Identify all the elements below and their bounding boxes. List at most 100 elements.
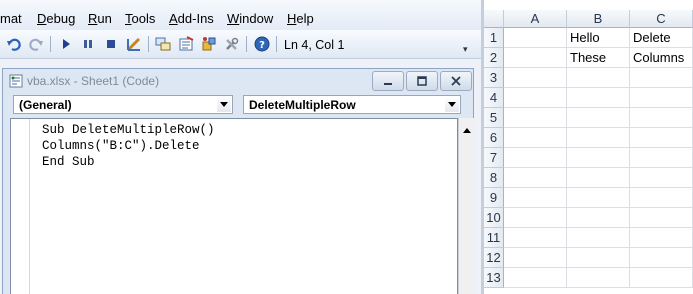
restore-button[interactable] bbox=[406, 71, 438, 91]
sheet-cell-b5[interactable] bbox=[567, 108, 630, 128]
code-line[interactable]: End Sub bbox=[42, 155, 95, 169]
row-header[interactable]: 11 bbox=[484, 228, 504, 248]
row-header[interactable]: 2 bbox=[484, 48, 504, 68]
sheet-cell-c7[interactable] bbox=[630, 148, 693, 168]
undo-icon[interactable] bbox=[6, 36, 22, 52]
select-all-corner[interactable] bbox=[484, 10, 504, 28]
sheet-cell-a11[interactable] bbox=[504, 228, 567, 248]
row-header[interactable]: 10 bbox=[484, 208, 504, 228]
sheet-cell-a9[interactable] bbox=[504, 188, 567, 208]
sheet-cell-a12[interactable] bbox=[504, 248, 567, 268]
column-header-a[interactable]: A bbox=[504, 10, 567, 28]
toolbar-separator bbox=[148, 36, 149, 52]
sheet-cell-c4[interactable] bbox=[630, 88, 693, 108]
menu-debug[interactable]: Debug bbox=[37, 11, 75, 26]
row-header[interactable]: 1 bbox=[484, 28, 504, 48]
sheet-cell-b7[interactable] bbox=[567, 148, 630, 168]
row-header[interactable]: 13 bbox=[484, 268, 504, 288]
sheet-cell-a7[interactable] bbox=[504, 148, 567, 168]
row-header[interactable]: 8 bbox=[484, 168, 504, 188]
code-margin-indicator-bar[interactable] bbox=[11, 119, 30, 294]
cursor-position-readout: Ln 4, Col 1 bbox=[284, 38, 345, 52]
sheet-cell-c9[interactable] bbox=[630, 188, 693, 208]
sheet-cell-b11[interactable] bbox=[567, 228, 630, 248]
sheet-cell-a10[interactable] bbox=[504, 208, 567, 228]
code-line[interactable]: Sub DeleteMultipleRow() bbox=[42, 123, 215, 137]
redo-icon[interactable] bbox=[28, 36, 44, 52]
object-combo[interactable]: (General) bbox=[13, 95, 233, 114]
row-header[interactable]: 9 bbox=[484, 188, 504, 208]
sheet-cell-b6[interactable] bbox=[567, 128, 630, 148]
close-button[interactable] bbox=[440, 71, 472, 91]
code-line[interactable]: Columns("B:C").Delete bbox=[42, 139, 200, 153]
column-header-b[interactable]: B bbox=[567, 10, 630, 28]
run-icon[interactable] bbox=[58, 36, 74, 52]
menu-bar: mat Debug Run Tools Add-Ins Window Help bbox=[0, 0, 481, 30]
sheet-cell-c11[interactable] bbox=[630, 228, 693, 248]
sheet-cell-b10[interactable] bbox=[567, 208, 630, 228]
chevron-down-icon[interactable] bbox=[217, 97, 231, 112]
help-icon[interactable]: ? bbox=[254, 36, 270, 52]
sheet-cell-b4[interactable] bbox=[567, 88, 630, 108]
svg-text:?: ? bbox=[259, 40, 265, 51]
row-header[interactable]: 5 bbox=[484, 108, 504, 128]
properties-window-icon[interactable] bbox=[178, 36, 194, 52]
object-browser-icon[interactable] bbox=[201, 36, 217, 52]
sheet-cell-c6[interactable] bbox=[630, 128, 693, 148]
sheet-cell-b9[interactable] bbox=[567, 188, 630, 208]
column-header-c[interactable]: C bbox=[630, 10, 693, 28]
sheet-cell-b8[interactable] bbox=[567, 168, 630, 188]
row-header[interactable]: 7 bbox=[484, 148, 504, 168]
sheet-cell-a5[interactable] bbox=[504, 108, 567, 128]
menu-window[interactable]: Window bbox=[227, 11, 273, 26]
vertical-scrollbar[interactable] bbox=[458, 118, 474, 294]
toolbox-icon[interactable] bbox=[224, 36, 240, 52]
sheet-cell-a2[interactable] bbox=[504, 48, 567, 68]
sheet-cell-c8[interactable] bbox=[630, 168, 693, 188]
sheet-cell-c12[interactable] bbox=[630, 248, 693, 268]
procedure-combo[interactable]: DeleteMultipleRow bbox=[243, 95, 461, 114]
spreadsheet-grid: A B C 1 Hello Delete 2 These Columns 3 4 5 6 7 8 9 10… bbox=[484, 0, 693, 294]
menu-format[interactable]: mat bbox=[0, 11, 22, 26]
chevron-down-icon[interactable] bbox=[445, 97, 459, 112]
sheet-cell-b1[interactable]: Hello bbox=[567, 28, 630, 48]
menu-tools[interactable]: Tools bbox=[125, 11, 155, 26]
sheet-cell-c10[interactable] bbox=[630, 208, 693, 228]
row-header[interactable]: 4 bbox=[484, 88, 504, 108]
code-editor[interactable]: Sub DeleteMultipleRow() Columns("B:C").D… bbox=[10, 118, 458, 294]
row-header[interactable]: 3 bbox=[484, 68, 504, 88]
design-mode-icon[interactable] bbox=[126, 36, 142, 52]
reset-icon[interactable] bbox=[103, 36, 119, 52]
menu-help[interactable]: Help bbox=[287, 11, 314, 26]
sheet-cell-a13[interactable] bbox=[504, 268, 567, 288]
sheet-cell-b13[interactable] bbox=[567, 268, 630, 288]
sheet-cell-b12[interactable] bbox=[567, 248, 630, 268]
minimize-button[interactable] bbox=[372, 71, 404, 91]
sheet-cell-c5[interactable] bbox=[630, 108, 693, 128]
object-combo-value: (General) bbox=[19, 98, 72, 112]
sheet-cell-b3[interactable] bbox=[567, 68, 630, 88]
break-icon[interactable] bbox=[80, 36, 96, 52]
menu-add-ins[interactable]: Add-Ins bbox=[169, 11, 214, 26]
sheet-cell-b2[interactable]: These bbox=[567, 48, 630, 68]
sheet-cell-a1[interactable] bbox=[504, 28, 567, 48]
row-header[interactable]: 6 bbox=[484, 128, 504, 148]
row-header[interactable]: 12 bbox=[484, 248, 504, 268]
toolbar-separator bbox=[276, 36, 277, 52]
sheet-cell-c2[interactable]: Columns bbox=[630, 48, 693, 68]
project-explorer-icon[interactable] bbox=[155, 36, 171, 52]
sheet-cell-a4[interactable] bbox=[504, 88, 567, 108]
sheet-cell-a3[interactable] bbox=[504, 68, 567, 88]
sheet-cell-a6[interactable] bbox=[504, 128, 567, 148]
code-window: vba.xlsx - Sheet1 (Code) (General) Delet… bbox=[2, 68, 474, 294]
sheet-cell-c1[interactable]: Delete bbox=[630, 28, 693, 48]
toolbar-overflow-icon[interactable]: ▾ bbox=[463, 44, 468, 55]
procedure-combo-value: DeleteMultipleRow bbox=[249, 98, 356, 112]
restore-icon bbox=[417, 76, 427, 86]
sheet-cell-c13[interactable] bbox=[630, 268, 693, 288]
sheet-top-strip bbox=[484, 0, 693, 10]
scroll-up-icon[interactable] bbox=[459, 124, 474, 137]
menu-run[interactable]: Run bbox=[88, 11, 112, 26]
sheet-cell-c3[interactable] bbox=[630, 68, 693, 88]
sheet-cell-a8[interactable] bbox=[504, 168, 567, 188]
